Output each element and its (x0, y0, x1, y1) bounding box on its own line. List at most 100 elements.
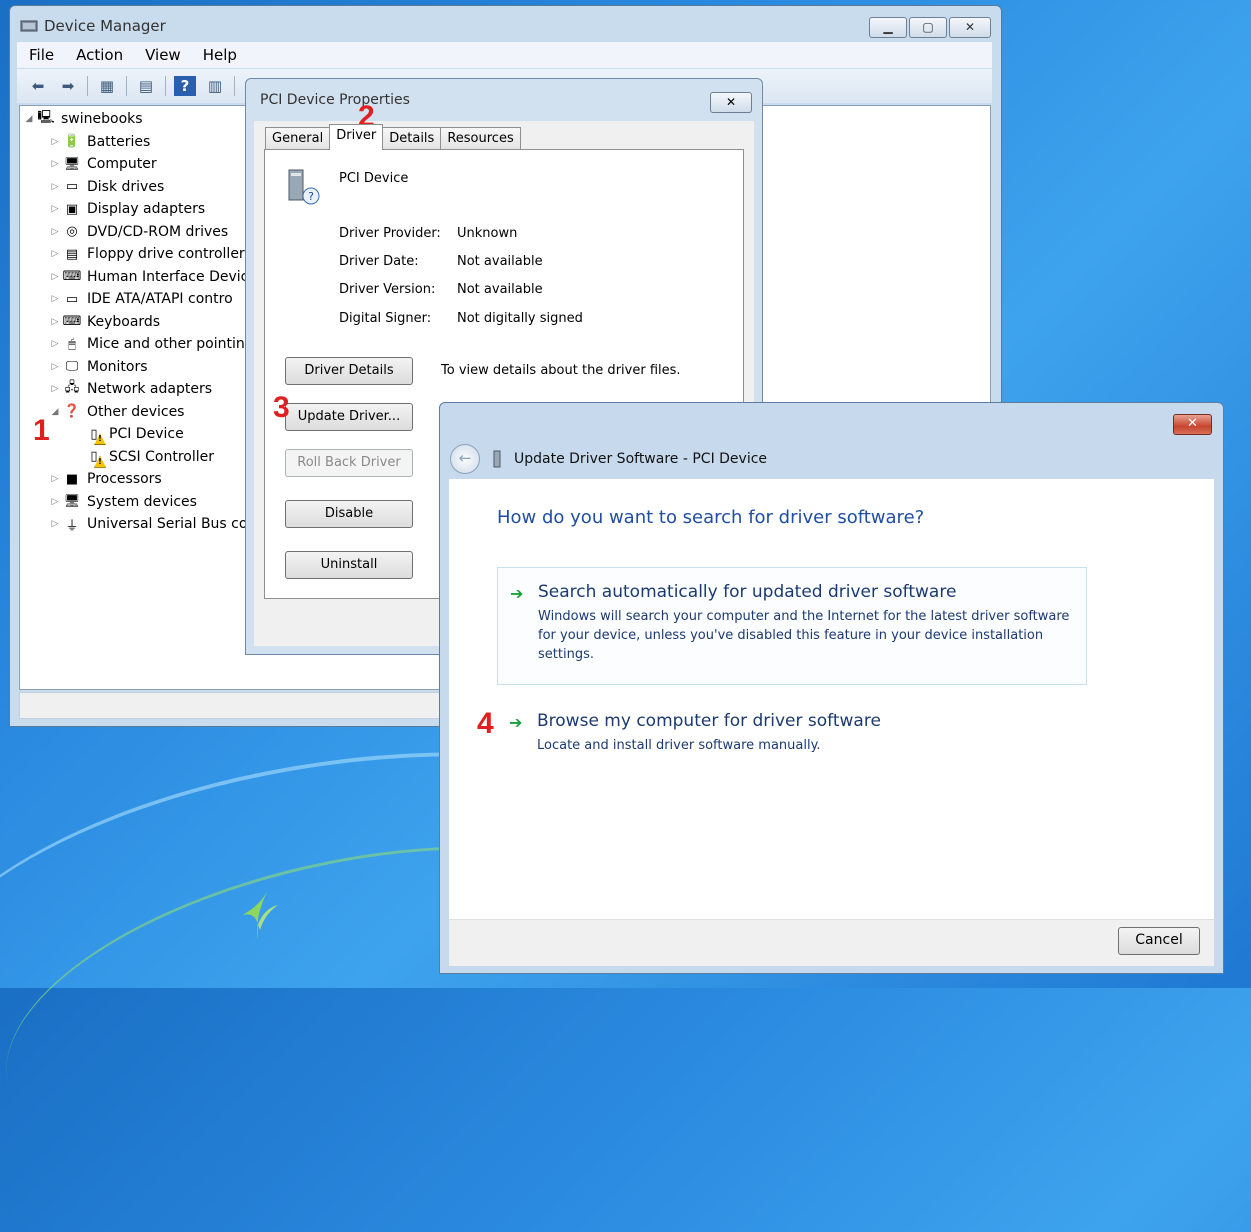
show-hide-tree-icon[interactable]: ▦ (96, 76, 118, 96)
green-arrow-icon: ➔ (510, 584, 524, 603)
menu-bar: File Action View Help (17, 42, 992, 68)
expand-triangle-icon[interactable]: ▷ (48, 227, 62, 237)
tree-item-usb[interactable]: ▷ ⏚ Universal Serial Bus co (22, 513, 248, 536)
wizard-question: How do you want to search for driver sof… (497, 507, 925, 528)
toolbar-separator (87, 76, 88, 96)
tree-item-mice[interactable]: ▷ 🖱 Mice and other pointin (22, 333, 248, 356)
tree-item-label: System devices (87, 493, 197, 510)
pci-device-icon: ? (288, 169, 320, 205)
menu-view[interactable]: View (145, 46, 181, 64)
expand-triangle-icon[interactable]: ▷ (48, 497, 62, 507)
keyboard-icon: ⌨ (62, 314, 82, 330)
tree-item-dvd-drives[interactable]: ▷ ◎ DVD/CD-ROM drives (22, 221, 248, 244)
option-description: Windows will search your computer and th… (538, 609, 1070, 662)
tree-item-system-devices[interactable]: ▷ 🖥 System devices (22, 491, 248, 514)
unknown-device-icon: ❓ (63, 404, 81, 420)
menu-file[interactable]: File (29, 46, 54, 64)
back-arrow-icon[interactable]: ⬅ (27, 76, 49, 96)
tree-item-label: Human Interface Devic (87, 268, 249, 285)
toolbar-separator (126, 76, 127, 96)
tree-item-display-adapters[interactable]: ▷ ▣ Display adapters (22, 198, 248, 221)
tab-details[interactable]: Details (382, 127, 442, 150)
properties-icon[interactable]: ▤ (135, 76, 157, 96)
disable-button[interactable]: Disable (285, 500, 413, 528)
menu-action[interactable]: Action (76, 46, 123, 64)
warning-device-icon: ▯ (84, 426, 104, 442)
minimize-button[interactable]: ▁ (869, 17, 907, 38)
expand-triangle-icon[interactable]: ▷ (48, 317, 62, 327)
monitor-icon: 🖵 (65, 359, 79, 375)
driver-details-button[interactable]: Driver Details (285, 357, 413, 385)
expand-triangle-icon[interactable]: ▷ (48, 474, 62, 484)
collapse-triangle-icon[interactable]: ◢ (22, 114, 36, 124)
close-button[interactable]: ✕ (1173, 414, 1212, 435)
warning-device-icon: ▯ (84, 449, 104, 465)
search-automatically-option[interactable]: ➔ Search automatically for updated drive… (497, 567, 1087, 685)
tree-item-floppy[interactable]: ▷ ▤ Floppy drive controller (22, 243, 248, 266)
tree-item-other-devices[interactable]: ◢ ❓ Other devices (22, 401, 248, 424)
tab-resources[interactable]: Resources (440, 127, 521, 150)
roll-back-driver-button[interactable]: Roll Back Driver (285, 449, 413, 477)
browse-computer-option[interactable]: ➔ Browse my computer for driver software… (497, 705, 1085, 757)
menu-help[interactable]: Help (203, 46, 237, 64)
tree-item-ide[interactable]: ▷ ▭ IDE ATA/ATAPI contro (22, 288, 248, 311)
forward-arrow-icon[interactable]: ➡ (57, 76, 79, 96)
collapse-triangle-icon[interactable]: ◢ (48, 407, 62, 417)
expand-triangle-icon[interactable]: ▷ (48, 294, 62, 304)
device-manager-icon (20, 20, 38, 32)
tree-item-label: Processors (87, 471, 162, 488)
close-button[interactable]: ✕ (949, 17, 991, 38)
window-title: Device Manager (44, 17, 166, 35)
field-driver-date: Driver Date: Not available (339, 254, 543, 269)
tree-item-label: IDE ATA/ATAPI contro (87, 291, 233, 308)
ide-controller-icon: ▭ (65, 291, 79, 307)
tree-item-processors[interactable]: ▷ ■ Processors (22, 468, 248, 491)
green-arrow-icon: ➔ (509, 713, 523, 732)
device-tree: ◢ 🖳 swinebooks ▷ 🔋 Batteries ▷ 🖥 Compute… (22, 108, 249, 536)
tree-item-pci-device[interactable]: ▯ PCI Device (22, 423, 248, 446)
expand-triangle-icon[interactable]: ▷ (48, 519, 62, 529)
svg-text:?: ? (308, 190, 314, 203)
tree-root[interactable]: ◢ 🖳 swinebooks (22, 108, 248, 131)
network-icon: 🖧 (64, 380, 80, 396)
tab-general[interactable]: General (265, 127, 331, 150)
action-pane-icon[interactable]: ▥ (204, 76, 226, 96)
maximize-button[interactable]: ▢ (909, 17, 947, 38)
step-label-1: 1 (33, 414, 50, 447)
tree-item-scsi-controller[interactable]: ▯ SCSI Controller (22, 446, 248, 469)
expand-triangle-icon[interactable]: ▷ (48, 159, 62, 169)
tree-item-batteries[interactable]: ▷ 🔋 Batteries (22, 131, 248, 154)
expand-triangle-icon[interactable]: ▷ (48, 384, 62, 394)
tree-item-label: Other devices (87, 403, 185, 420)
windows-logo-leaf-icon (243, 890, 278, 940)
cancel-button[interactable]: Cancel (1118, 927, 1200, 955)
tree-root-label: swinebooks (61, 111, 143, 128)
tree-item-label: Computer (87, 156, 157, 173)
computer-icon: 🖥 (63, 156, 81, 172)
expand-triangle-icon[interactable]: ▷ (48, 249, 62, 259)
tree-item-disk-drives[interactable]: ▷ ▭ Disk drives (22, 176, 248, 199)
expand-triangle-icon[interactable]: ▷ (48, 272, 62, 282)
help-icon[interactable]: ? (174, 76, 196, 96)
close-button[interactable]: ✕ (710, 92, 752, 113)
tree-item-network[interactable]: ▷ 🖧 Network adapters (22, 378, 248, 401)
tree-item-computer[interactable]: ▷ 🖥 Computer (22, 153, 248, 176)
field-digital-signer: Digital Signer: Not digitally signed (339, 311, 583, 326)
tree-item-hid[interactable]: ▷ ⌨ Human Interface Devic (22, 266, 249, 289)
expand-triangle-icon[interactable]: ▷ (48, 362, 62, 372)
expand-triangle-icon[interactable]: ▷ (48, 204, 62, 214)
tree-item-label: Display adapters (87, 201, 206, 218)
uninstall-button[interactable]: Uninstall (285, 551, 413, 579)
step-label-3: 3 (273, 391, 290, 424)
tab-driver[interactable]: Driver (329, 124, 384, 150)
tree-item-keyboards[interactable]: ▷ ⌨ Keyboards (22, 311, 248, 334)
expand-triangle-icon[interactable]: ▷ (48, 137, 62, 147)
expand-triangle-icon[interactable]: ▷ (48, 182, 62, 192)
update-driver-button[interactable]: Update Driver... (285, 403, 413, 431)
tree-item-label: DVD/CD-ROM drives (87, 223, 229, 240)
display-adapter-icon: ▣ (65, 201, 79, 217)
back-arrow-icon[interactable]: ← (450, 444, 480, 474)
tree-item-monitors[interactable]: ▷ 🖵 Monitors (22, 356, 248, 379)
expand-triangle-icon[interactable]: ▷ (48, 339, 62, 349)
tab-strip: General Driver Details Resources (265, 124, 521, 150)
